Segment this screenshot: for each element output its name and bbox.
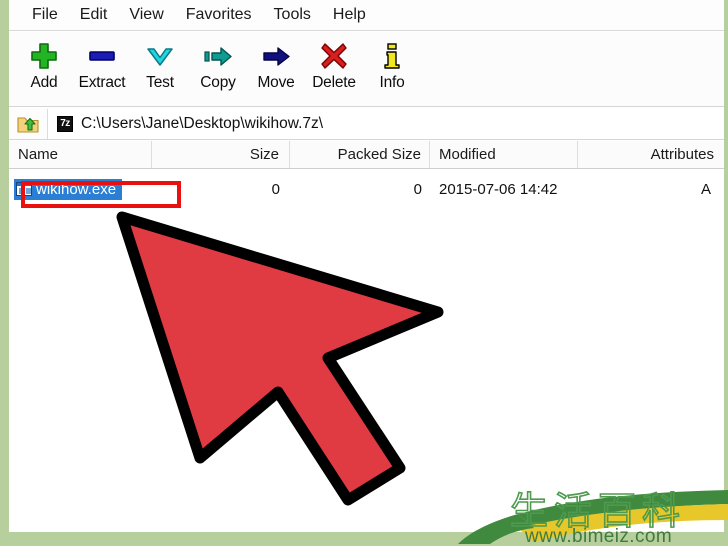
toolbar-label-add: Add xyxy=(30,74,58,91)
toolbar-button-extract[interactable]: Extract xyxy=(73,32,131,92)
seven-zip-window: File Edit View Favorites Tools Help Add xyxy=(0,0,728,546)
address-bar: 7z C:\Users\Jane\Desktop\wikihow.7z\ xyxy=(9,108,724,140)
column-header-size[interactable]: Size xyxy=(152,141,290,168)
x-cross-icon xyxy=(315,40,353,72)
window-frame-right xyxy=(724,0,728,546)
window-frame-bottom xyxy=(0,532,728,546)
file-packed-size-cell: 0 xyxy=(413,180,422,198)
toolbar-button-add[interactable]: Add xyxy=(15,32,73,92)
toolbar-label-test: Test xyxy=(146,74,174,91)
address-input[interactable]: 7z C:\Users\Jane\Desktop\wikihow.7z\ xyxy=(48,108,724,139)
table-row[interactable]: wikihow.exe 0 0 2015-07-06 14:42 A xyxy=(9,178,724,200)
file-modified-cell: 2015-07-06 14:42 xyxy=(439,180,558,198)
chevron-down-icon xyxy=(141,40,179,72)
application-exe-icon xyxy=(16,182,32,196)
toolbar-button-test[interactable]: Test xyxy=(131,32,189,92)
window-frame-left xyxy=(0,0,9,546)
menu-item-file[interactable]: File xyxy=(21,4,69,26)
column-header-name[interactable]: Name xyxy=(9,141,152,168)
archive-7z-icon: 7z xyxy=(57,115,73,132)
address-path-text: C:\Users\Jane\Desktop\wikihow.7z\ xyxy=(81,114,324,132)
toolbar-label-move: Move xyxy=(257,74,295,91)
toolbar-label-extract: Extract xyxy=(78,74,126,91)
menu-item-favorites[interactable]: Favorites xyxy=(175,4,263,26)
toolbar-label-delete: Delete xyxy=(312,74,356,91)
toolbar-button-info[interactable]: Info xyxy=(363,32,421,92)
toolbar-label-copy: Copy xyxy=(200,74,236,91)
folder-up-icon[interactable] xyxy=(9,108,48,139)
arrow-right-move-icon xyxy=(257,40,295,72)
minus-bar-icon xyxy=(83,40,121,72)
menu-item-view[interactable]: View xyxy=(118,4,174,26)
menu-item-edit[interactable]: Edit xyxy=(69,4,119,26)
arrow-right-copy-icon xyxy=(199,40,237,72)
toolbar: Add Extract Test Copy Move Delete Info xyxy=(9,32,724,107)
file-name-text: wikihow.exe xyxy=(36,180,117,198)
file-attributes-cell: A xyxy=(700,180,711,198)
menu-item-tools[interactable]: Tools xyxy=(263,4,322,26)
column-header-modified[interactable]: Modified xyxy=(430,141,578,168)
toolbar-button-copy[interactable]: Copy xyxy=(189,32,247,92)
toolbar-button-delete[interactable]: Delete xyxy=(305,32,363,92)
column-header-packed-size[interactable]: Packed Size xyxy=(290,141,430,168)
file-manager-body: File Edit View Favorites Tools Help Add xyxy=(9,0,724,532)
menu-item-help[interactable]: Help xyxy=(322,4,377,26)
toolbar-label-info: Info xyxy=(379,74,405,91)
toolbar-button-move[interactable]: Move xyxy=(247,32,305,92)
plus-icon xyxy=(25,40,63,72)
file-name-cell[interactable]: wikihow.exe xyxy=(9,178,152,200)
file-list[interactable]: wikihow.exe 0 0 2015-07-06 14:42 A xyxy=(9,169,724,532)
column-header-attributes[interactable]: Attributes xyxy=(578,141,724,168)
menu-bar: File Edit View Favorites Tools Help xyxy=(9,0,724,31)
info-i-icon xyxy=(373,40,411,72)
file-name-selected[interactable]: wikihow.exe xyxy=(14,178,123,200)
file-size-cell: 0 xyxy=(271,180,280,198)
column-header-row: Name Size Packed Size Modified Attribute… xyxy=(9,141,724,169)
